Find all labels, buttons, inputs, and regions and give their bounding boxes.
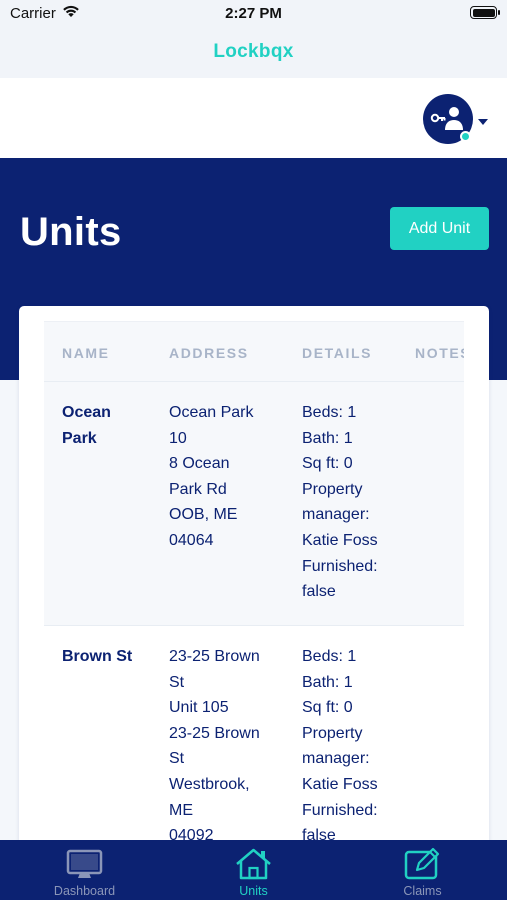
column-header-notes[interactable]: NOTES [415,345,464,361]
clock: 2:27 PM [225,5,282,22]
detail-line: Katie Foss [302,775,378,793]
detail-line: Sq ft: 0 [302,455,353,473]
tab-units[interactable]: Units [169,840,338,900]
unit-name-line: Brown St [62,648,133,665]
column-header-address[interactable]: ADDRESS [169,345,249,361]
detail-line: false [302,583,336,601]
page-title: Units [20,210,122,254]
user-key-icon [430,107,463,130]
unit-details-cell: Beds: 1 Bath: 1 Sq ft: 0 Property manage… [302,644,412,849]
address-line: 04064 [169,531,214,549]
online-status-dot [460,131,471,142]
unit-name-cell: Ocean Park [62,400,157,451]
detail-line: Property [302,724,363,742]
tab-claims[interactable]: Claims [338,840,507,900]
address-line: Unit 105 [169,699,229,717]
detail-line: Property [302,480,363,498]
address-line: 8 Ocean [169,455,230,473]
column-header-details[interactable]: DETAILS [302,345,372,361]
address-line: St [169,673,185,691]
table-header: NAME ADDRESS DETAILS NOTES [44,321,464,382]
home-icon [169,847,338,881]
table-row[interactable]: Ocean Park Ocean Park 10 8 Ocean Park Rd… [44,382,464,626]
address-line: 23-25 Brown [169,648,260,665]
unit-address-cell: 23-25 Brown St Unit 105 23-25 Brown St W… [169,644,289,849]
monitor-icon [0,847,169,881]
address-line: St [169,750,185,768]
tab-dashboard[interactable]: Dashboard [0,840,169,900]
address-line: ME [169,801,193,819]
unit-name-cell: Brown St [62,644,157,670]
column-header-name[interactable]: NAME [62,345,110,361]
unit-address-cell: Ocean Park 10 8 Ocean Park Rd OOB, ME 04… [169,400,289,554]
detail-line: manager: [302,506,370,524]
tab-label: Dashboard [53,884,116,898]
battery-icon [470,6,500,19]
edit-icon [338,847,507,881]
tab-label: Units [239,884,268,898]
app-header [0,78,507,158]
detail-line: Furnished: [302,801,378,819]
detail-line: Bath: 1 [302,673,353,691]
units-table[interactable]: NAME ADDRESS DETAILS NOTES Ocean Park Oc… [44,321,464,900]
detail-line: Katie Foss [302,531,378,549]
unit-name-line: Park [62,429,97,447]
caret-down-icon[interactable] [478,119,488,125]
unit-name-line: Ocean [62,404,111,421]
detail-line: Furnished: [302,557,378,575]
address-line: Westbrook, [169,775,250,793]
detail-line: Bath: 1 [302,429,353,447]
status-bar: Carrier 2:27 PM [0,0,507,28]
app-title: Lockbqx [213,41,294,62]
address-line: 10 [169,429,187,447]
detail-line: Beds: 1 [302,648,357,665]
unit-details-cell: Beds: 1 Bath: 1 Sq ft: 0 Property manage… [302,400,412,605]
address-line: 23-25 Brown [169,724,260,742]
bottom-tab-bar: Dashboard Units Claims [0,840,507,900]
address-line: Ocean Park [169,404,254,421]
detail-line: Beds: 1 [302,404,357,421]
detail-line: Sq ft: 0 [302,699,353,717]
user-avatar[interactable] [423,94,473,144]
tab-label: Claims [403,884,442,898]
add-unit-button[interactable]: Add Unit [390,207,489,250]
address-line: OOB, ME [169,506,238,524]
address-line: Park Rd [169,480,227,498]
navigation-bar: Lockbqx [0,28,507,78]
units-table-card: NAME ADDRESS DETAILS NOTES Ocean Park Oc… [19,306,489,900]
detail-line: manager: [302,750,370,768]
